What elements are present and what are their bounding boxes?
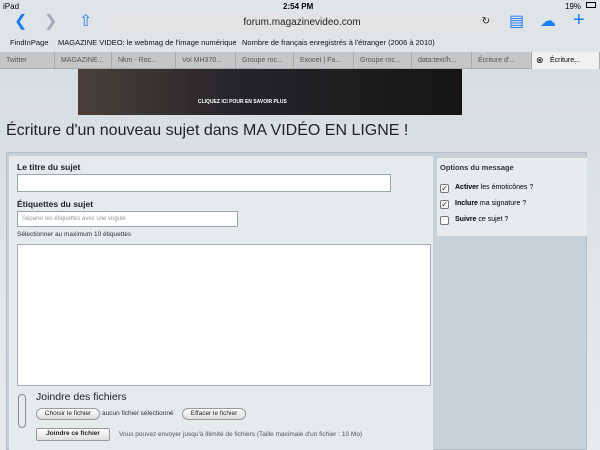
share-icon[interactable]: ⇧ — [79, 12, 92, 32]
tab[interactable]: Exocet | Fa... — [294, 52, 354, 69]
clock: 2:54 PM — [283, 2, 314, 11]
title-label: Le titre du sujet — [17, 162, 81, 172]
attach-title: Joindre des fichiers — [36, 391, 127, 403]
message-textarea[interactable] — [17, 244, 431, 386]
options-panel: Options du message ✓ Activer les émoticô… — [437, 158, 587, 236]
tags-placeholder: Séparer les étiquettes avec une virgule — [22, 216, 126, 222]
cloud-tabs-icon[interactable]: ☁ — [540, 12, 556, 32]
address-bar[interactable]: forum.magazinevideo.com ↻ — [106, 13, 498, 33]
forward-icon[interactable]: ❯ — [44, 12, 57, 32]
new-tab-icon[interactable]: + — [573, 10, 585, 30]
tab-label: Écriture... — [550, 57, 580, 64]
upload-note: Vous pouvez envoyer jusqu'à Illimité de … — [119, 431, 363, 438]
choose-file-button[interactable]: Choisir le fichier — [36, 408, 100, 420]
ad-banner[interactable]: CLIQUEZ ICI POUR EN SAVOIR PLUS — [78, 69, 462, 115]
signature-checkbox[interactable]: ✓ — [440, 200, 449, 209]
bookmark-item[interactable]: Nombre de français enregistrés à l'étran… — [242, 38, 435, 47]
tab[interactable]: Nkm - Roc... — [112, 52, 176, 69]
tab-bar: Twitter MAGAZINE... Nkm - Roc... Vol MH3… — [0, 52, 600, 69]
signature-option: Inclure ma signature ? — [455, 200, 527, 207]
page-title: Écriture d'un nouveau sujet dans MA VIDÉ… — [6, 122, 409, 139]
bookmarks-bar: FindInPage MAGAZINE VIDEO: le webmag de … — [0, 36, 600, 50]
battery-icon — [586, 2, 596, 8]
clear-file-button[interactable]: Effacer le fichier — [182, 408, 246, 420]
subscribe-option: Suivre ce sujet ? — [455, 216, 509, 223]
tags-label: Étiquettes du sujet — [17, 199, 94, 209]
tab[interactable]: MAGAZINE... — [55, 52, 112, 69]
emoticons-option: Activer les émoticônes ? — [455, 184, 534, 191]
tab[interactable]: Vol MH370... — [176, 52, 236, 69]
tab[interactable]: Groupe roc... — [354, 52, 412, 69]
tab[interactable]: Écriture d'... — [472, 52, 532, 69]
tags-input[interactable]: Séparer les étiquettes avec une virgule — [17, 211, 238, 227]
attach-file-button[interactable]: Joindre ce fichier — [36, 428, 110, 441]
tab[interactable]: data:text/h... — [412, 52, 472, 69]
emoticons-checkbox[interactable]: ✓ — [440, 184, 449, 193]
tab[interactable]: Twitter — [0, 52, 55, 69]
tab[interactable]: Groupe roc... — [236, 52, 294, 69]
paperclip-icon — [18, 394, 26, 428]
bookmark-item[interactable]: FindInPage — [10, 38, 48, 47]
no-file-text: aucun fichier sélectionné — [102, 410, 174, 417]
close-icon[interactable]: ⊗ — [536, 52, 544, 69]
reload-icon[interactable]: ↻ — [480, 16, 492, 27]
options-title: Options du message — [440, 163, 514, 172]
tab-active[interactable]: ⊗ Écriture... — [532, 52, 600, 69]
subscribe-checkbox[interactable] — [440, 216, 449, 225]
url-text: forum.magazinevideo.com — [243, 17, 361, 28]
title-input[interactable] — [17, 174, 391, 192]
device-label: iPad — [3, 2, 20, 11]
back-icon[interactable]: ❮ — [14, 12, 27, 32]
banner-cta: CLIQUEZ ICI POUR EN SAVOIR PLUS — [198, 99, 287, 105]
bookmarks-icon[interactable]: ▤ — [509, 12, 524, 32]
tags-hint: Sélectionner au maximum 10 étiquettes — [17, 231, 132, 238]
bookmark-item[interactable]: MAGAZINE VIDEO: le webmag de l'image num… — [58, 38, 237, 47]
